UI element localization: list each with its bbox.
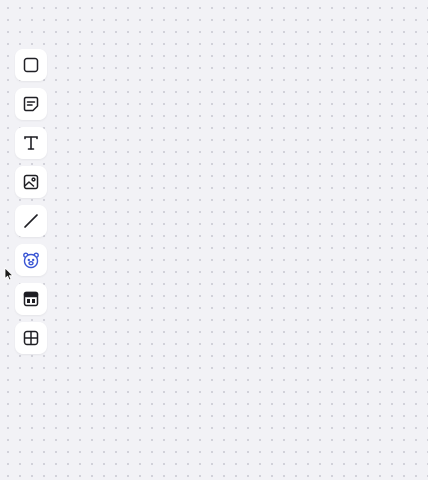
table-grid-icon xyxy=(23,330,39,346)
line-tool-button[interactable] xyxy=(15,205,47,237)
dotted-canvas[interactable] xyxy=(0,0,428,480)
sticky-note-tool-button[interactable] xyxy=(15,88,47,120)
left-toolbar xyxy=(15,49,47,354)
text-icon xyxy=(24,136,38,150)
image-tool-button[interactable] xyxy=(15,166,47,198)
image-icon xyxy=(23,174,39,190)
bear-icon xyxy=(23,252,39,269)
sticky-note-icon xyxy=(23,96,39,112)
line-icon xyxy=(24,214,38,228)
template-icon xyxy=(23,291,39,307)
table-tool-button[interactable] xyxy=(15,322,47,354)
text-tool-button[interactable] xyxy=(15,127,47,159)
template-tool-button[interactable] xyxy=(15,283,47,315)
mouse-cursor-icon xyxy=(4,267,14,281)
bear-tool-button[interactable] xyxy=(15,244,47,276)
shape-tool-button[interactable] xyxy=(15,49,47,81)
square-icon xyxy=(23,57,39,73)
